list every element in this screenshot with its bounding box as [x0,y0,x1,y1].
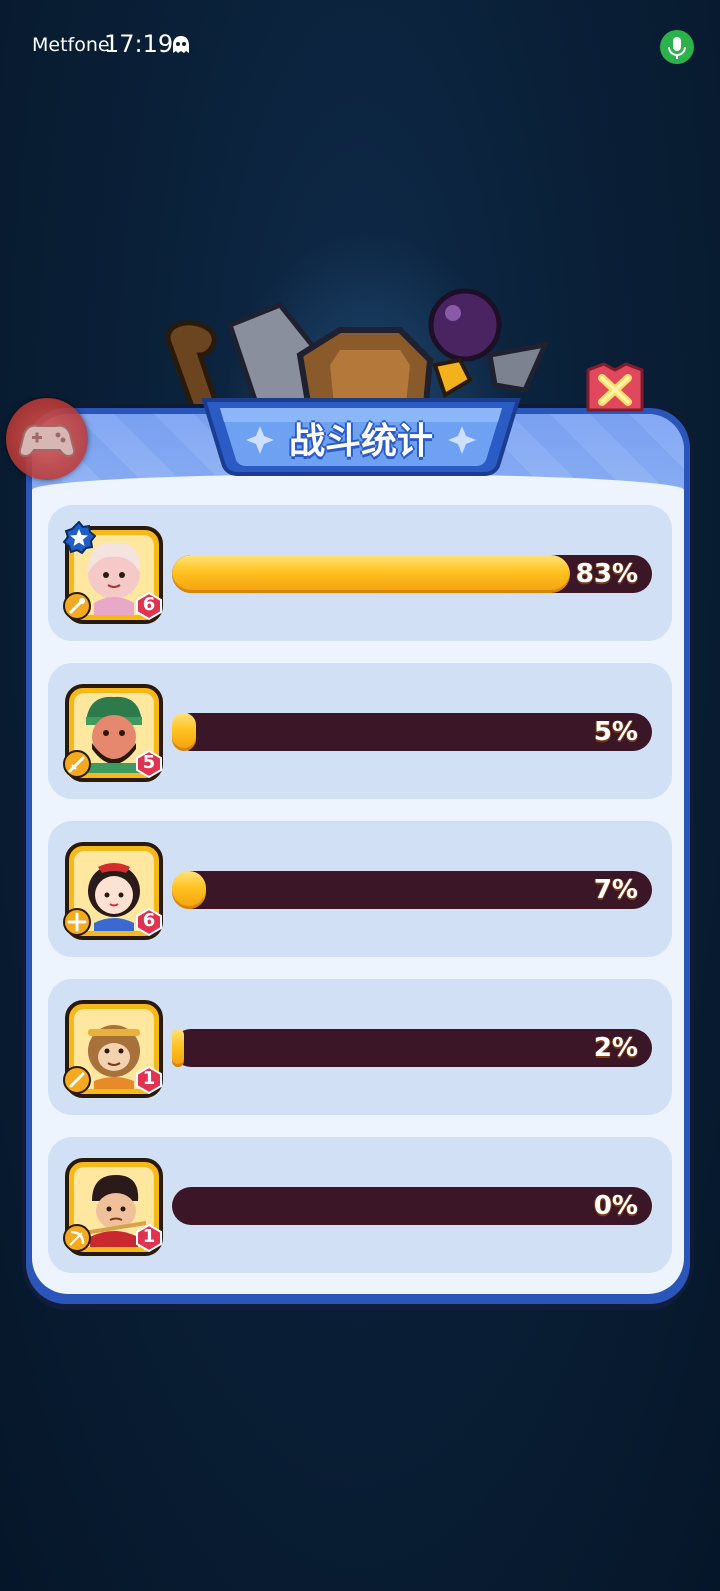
panel-title: 战斗统计 [288,421,433,462]
hero-level: 1 [142,1226,156,1247]
damage-bar: 7% [172,871,652,909]
damage-percent: 5% [593,717,638,747]
carrier-name: Metfone [32,34,110,56]
damage-percent: 2% [593,1033,638,1063]
hero-row: 6 83% [48,505,672,641]
gamepad-icon [18,424,76,458]
damage-bar-fill [172,871,206,909]
damage-bar-fill [172,1029,184,1067]
close-button[interactable] [584,360,646,416]
damage-bar: 83% [172,555,652,593]
status-bar: Metfone 17:19 [0,0,720,92]
gamepad-overlay-button[interactable] [6,398,88,480]
hero-level: 5 [142,752,156,773]
microphone-icon[interactable] [660,30,694,64]
damage-bar: 2% [172,1029,652,1067]
damage-percent: 0% [593,1191,638,1221]
sword-icon [63,750,91,778]
hero-row: 6 7% [48,821,672,957]
hero-stats-list: 6 83% 5 5% 6 7% 1 2% 1 0% [48,505,672,1295]
hero-row: 1 2% [48,979,672,1115]
hero-row: 1 0% [48,1137,672,1273]
cross-icon [63,908,91,936]
ghost-icon [173,36,189,53]
bow-icon [63,1224,91,1252]
hero-level: 6 [142,594,156,615]
damage-bar: 5% [172,713,652,751]
damage-bar-fill [172,713,196,751]
damage-percent: 7% [593,875,638,905]
status-time: 17:19 [104,30,174,58]
hero-level: 1 [142,1068,156,1089]
damage-bar: 0% [172,1187,652,1225]
damage-bar-fill [172,555,571,593]
damage-percent: 83% [575,559,638,589]
hero-row: 5 5% [48,663,672,799]
staff-icon [63,1066,91,1094]
star-badge-icon [62,521,96,555]
hero-level: 6 [142,910,156,931]
wand-icon [63,592,91,620]
